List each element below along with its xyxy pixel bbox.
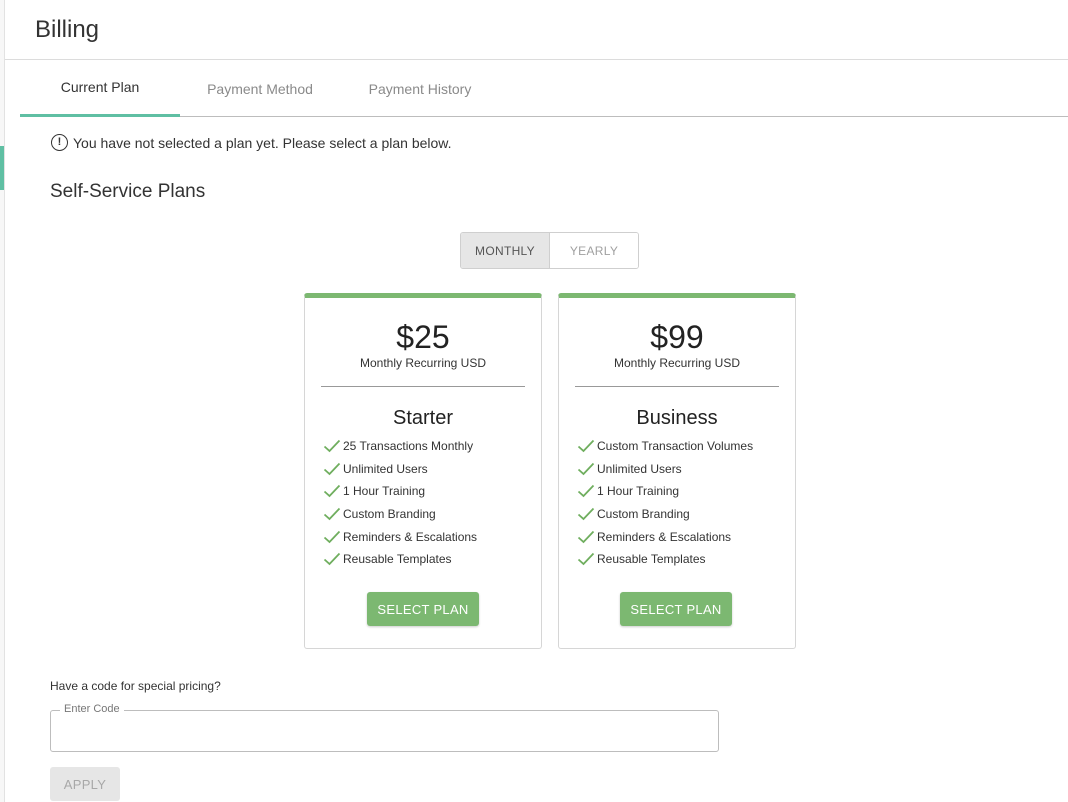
promo-code-input[interactable]: [51, 711, 718, 751]
feature-text: 25 Transactions Monthly: [343, 439, 474, 454]
feature-text: Reusable Templates: [597, 552, 706, 567]
checkmark-icon: [577, 530, 595, 543]
feature-text: Reminders & Escalations: [343, 529, 478, 544]
list-item: Reminders & Escalations: [323, 525, 541, 548]
plan-price: $99: [650, 319, 704, 355]
checkmark-icon: [323, 553, 341, 566]
notice-text: You have not selected a plan yet. Please…: [73, 134, 452, 151]
plan-divider: [575, 386, 779, 387]
list-item: Custom Branding: [323, 503, 541, 526]
checkmark-icon: [323, 440, 341, 453]
info-circle-icon: !: [51, 134, 68, 151]
checkmark-icon: [323, 485, 341, 498]
section-title: Self-Service Plans: [50, 181, 206, 202]
promo-code-field: Enter Code: [50, 703, 719, 752]
plan-card-business: $99 Monthly Recurring USD Business Custo…: [558, 293, 796, 649]
page-title: Billing: [35, 15, 100, 43]
list-item: Unlimited Users: [323, 458, 541, 481]
plan-recurring-label: Monthly Recurring USD: [359, 356, 487, 370]
billing-panel: Billing Current Plan Payment Method Paym…: [4, 0, 1068, 802]
checkmark-icon: [577, 440, 595, 453]
tab-payment-method[interactable]: Payment Method: [180, 60, 340, 117]
feature-text: Unlimited Users: [597, 461, 682, 476]
monthly-toggle-button[interactable]: MONTHLY: [461, 233, 550, 268]
promo-code-field-label: Enter Code: [60, 703, 124, 715]
plan-notice: ! You have not selected a plan yet. Plea…: [51, 134, 452, 151]
list-item: 1 Hour Training: [323, 480, 541, 503]
list-item: 1 Hour Training: [577, 480, 795, 503]
plan-name: Business: [636, 407, 718, 429]
feature-text: 1 Hour Training: [343, 484, 426, 499]
checkmark-icon: [323, 462, 341, 476]
checkmark-icon: [577, 507, 595, 521]
select-starter-plan-button[interactable]: SELECT PLAN: [367, 592, 479, 626]
feature-text: Unlimited Users: [343, 461, 428, 476]
checkmark-icon: [577, 462, 595, 476]
checkmark-icon: [323, 507, 341, 521]
checkmark-icon: [323, 530, 341, 543]
plan-feature-list: 25 Transactions Monthly Unlimited Users …: [305, 435, 541, 571]
list-item: Reminders & Escalations: [577, 525, 795, 548]
plan-divider: [321, 386, 525, 387]
tab-current-plan[interactable]: Current Plan: [20, 60, 180, 117]
plan-price: $25: [396, 319, 450, 355]
yearly-toggle-button[interactable]: YEARLY: [550, 233, 638, 268]
list-item: Custom Branding: [577, 503, 795, 526]
tab-payment-history[interactable]: Payment History: [340, 60, 500, 117]
feature-text: Reminders & Escalations: [597, 529, 732, 544]
plan-card-starter: $25 Monthly Recurring USD Starter 25 Tra…: [304, 293, 542, 649]
list-item: Reusable Templates: [577, 548, 795, 571]
list-item: Unlimited Users: [577, 458, 795, 481]
feature-text: Custom Branding: [343, 507, 436, 522]
billing-period-toggle: MONTHLY YEARLY: [460, 232, 639, 269]
feature-text: Reusable Templates: [343, 552, 452, 567]
list-item: Custom Transaction Volumes: [577, 435, 795, 458]
list-item: 25 Transactions Monthly: [323, 435, 541, 458]
page-header: Billing: [5, 0, 1068, 60]
feature-text: 1 Hour Training: [597, 484, 680, 499]
select-business-plan-button[interactable]: SELECT PLAN: [620, 592, 732, 626]
billing-tabs: Current Plan Payment Method Payment Hist…: [20, 60, 1068, 117]
plan-name: Starter: [392, 407, 454, 429]
plan-feature-list: Custom Transaction Volumes Unlimited Use…: [559, 435, 795, 571]
feature-text: Custom Transaction Volumes: [597, 439, 754, 454]
checkmark-icon: [577, 553, 595, 566]
list-item: Reusable Templates: [323, 548, 541, 571]
promo-code-prompt: Have a code for special pricing?: [50, 679, 221, 693]
feature-text: Custom Branding: [597, 507, 690, 522]
apply-code-button[interactable]: APPLY: [50, 767, 120, 801]
checkmark-icon: [577, 485, 595, 498]
plan-recurring-label: Monthly Recurring USD: [613, 356, 741, 370]
